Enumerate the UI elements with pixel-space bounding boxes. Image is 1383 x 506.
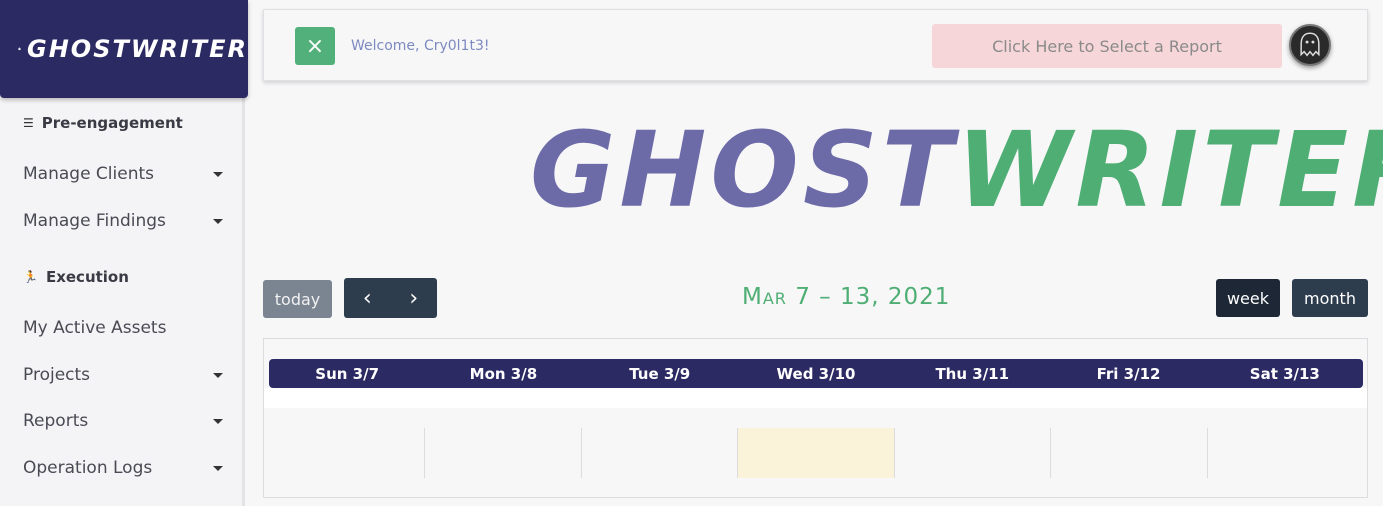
calendar-body [269,428,1363,478]
section-label: Pre-engagement [41,114,183,132]
sidebar-item-label: Projects [23,365,91,385]
welcome-message: Welcome, Cry0l1t3! [351,38,490,54]
hero-logo-ghost: GHOST [530,109,957,231]
caret-down-icon [213,418,223,424]
day-column[interactable] [1208,428,1363,478]
hero-logo: GHOSTWRITER [530,118,1383,222]
day-column-today[interactable] [738,428,895,478]
avatar[interactable] [1289,24,1331,66]
day-header: Wed 3/10 [776,364,856,383]
day-column[interactable] [895,428,1052,478]
ghost-icon [18,47,21,51]
day-header: Fri 3/12 [1096,364,1161,383]
day-header: Thu 3/11 [935,364,1010,383]
day-column[interactable] [269,428,426,478]
chevron-left-icon[interactable]: ‹ [363,286,372,311]
sidebar-item-label: Manage Findings [23,211,166,231]
top-bar: × Welcome, Cry0l1t3! Click Here to Selec… [263,9,1368,81]
day-column[interactable] [582,428,739,478]
sidebar-item-label: Operation Logs [23,458,153,478]
section-label: Execution [45,268,129,286]
caret-down-icon [213,372,223,378]
caret-down-icon [213,218,223,224]
day-header: Sat 3/13 [1249,364,1320,383]
day-header: Sun 3/7 [315,364,380,383]
sidebar-item-manage-findings[interactable]: Manage Findings [23,211,223,231]
week-view-button[interactable]: week [1216,279,1280,317]
caret-down-icon [213,171,223,177]
calendar-title: Mar 7 – 13, 2021 [742,284,951,310]
prev-next-group: ‹ › [344,278,437,318]
ghost-icon [1300,32,1320,57]
day-header: Mon 3/8 [469,364,538,383]
day-column[interactable] [425,428,582,478]
close-button[interactable]: × [295,27,335,65]
day-column[interactable] [1051,428,1208,478]
close-icon: × [305,33,325,59]
month-view-button[interactable]: month [1292,279,1368,317]
hero-logo-writer: WRITER [956,109,1383,231]
sidebar-item-label: Manage Clients [23,164,155,184]
list-icon: ☰ [23,116,34,130]
sidebar-item-operation-logs[interactable]: Operation Logs [23,458,223,478]
chevron-right-icon[interactable]: › [409,286,418,311]
sidebar-item-label: My Active Assets [23,318,167,338]
day-header: Tue 3/9 [629,364,691,383]
today-button[interactable]: today [263,280,332,318]
sidebar-item-active-assets[interactable]: My Active Assets [23,318,223,338]
calendar-header: Sun 3/7 Mon 3/8 Tue 3/9 Wed 3/10 Thu 3/1… [269,359,1363,388]
calendar-grid: Sun 3/7 Mon 3/8 Tue 3/9 Wed 3/10 Thu 3/1… [263,338,1368,498]
sidebar: GHOSTWRITER ☰ Pre-engagement Manage Clie… [0,0,248,506]
runner-icon: 🏃 [23,270,38,284]
all-day-row[interactable] [264,388,1367,408]
brand-header[interactable]: GHOSTWRITER [0,0,248,98]
section-execution: 🏃 Execution [23,268,129,286]
section-pre-engagement: ☰ Pre-engagement [23,114,183,132]
caret-down-icon [213,465,223,471]
brand-name: GHOSTWRITER [27,35,248,63]
sidebar-item-manage-clients[interactable]: Manage Clients [23,164,223,184]
sidebar-item-label: Reports [23,411,89,431]
select-report-button[interactable]: Click Here to Select a Report [932,24,1282,68]
sidebar-item-reports[interactable]: Reports [23,411,223,431]
sidebar-item-projects[interactable]: Projects [23,365,223,385]
